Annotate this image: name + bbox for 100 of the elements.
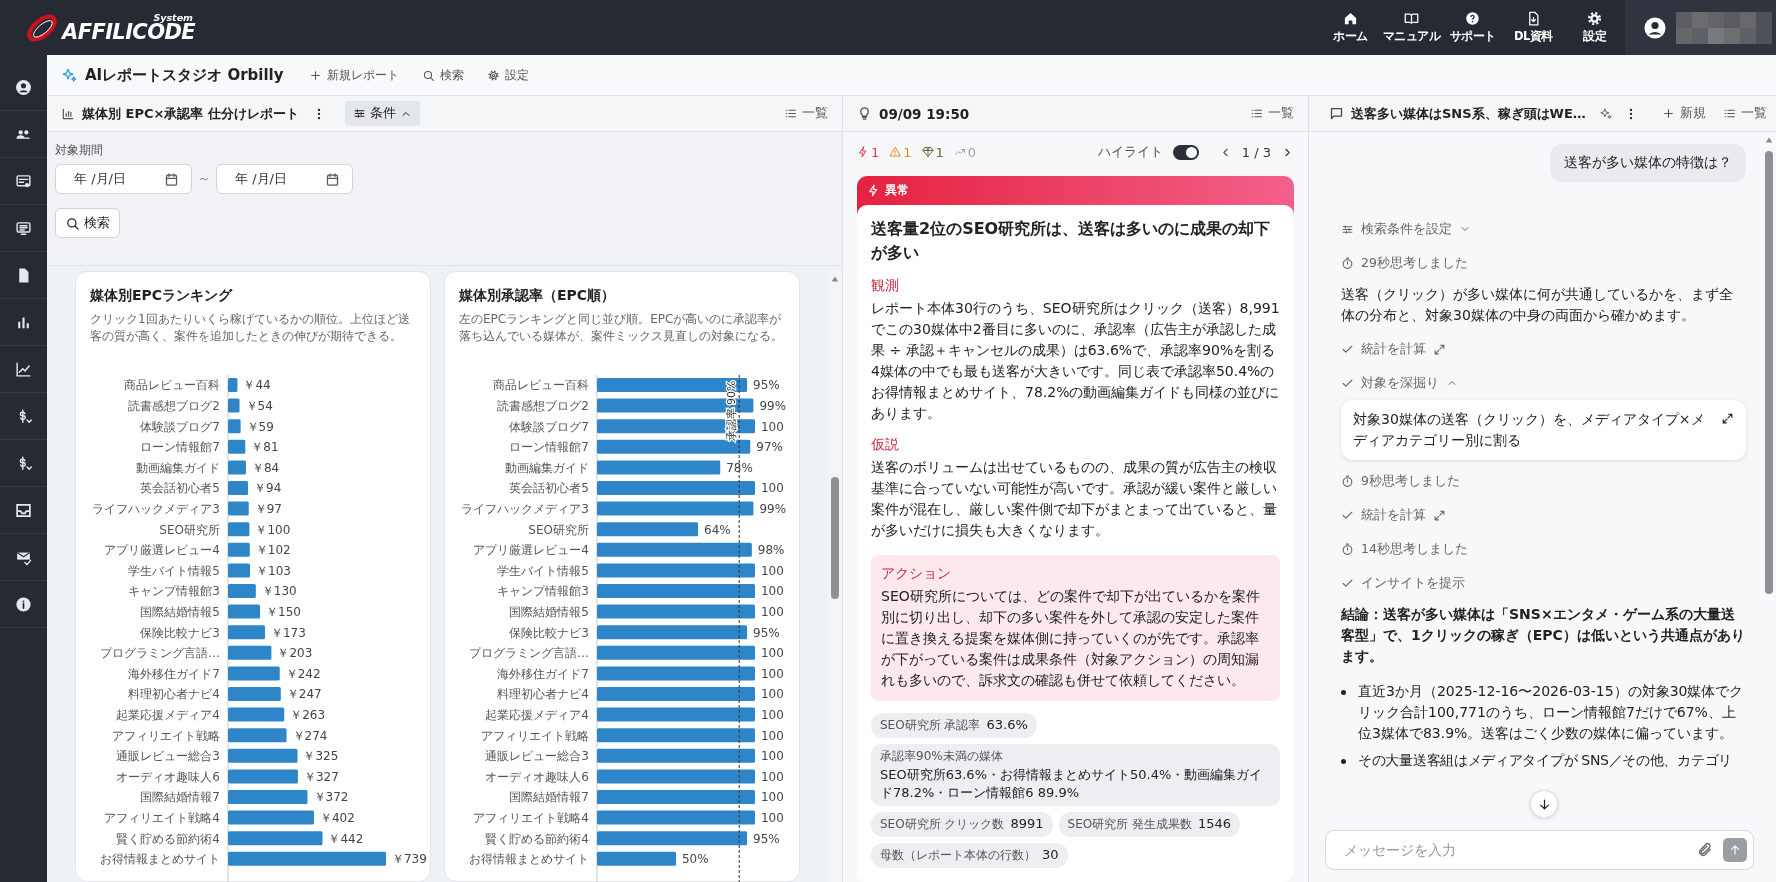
section-heading: アクション — [881, 565, 952, 583]
gem-icon — [921, 146, 934, 158]
value-label: 100 — [761, 481, 784, 496]
bar — [228, 645, 272, 660]
user-avatar-icon — [1643, 15, 1667, 40]
chat-title: 送客多い媒体はSNS系、稼ぎ頭はWE… — [1351, 104, 1586, 123]
user-icon[interactable] — [15, 78, 32, 96]
step-label: 統計を計算 — [1361, 340, 1426, 358]
bar — [228, 728, 287, 743]
value-label: 95% — [753, 378, 780, 393]
category-label: 国際結婚情報5 — [509, 605, 589, 620]
category-label: 通販レビュー総合3 — [485, 749, 589, 764]
help-icon — [1465, 11, 1480, 26]
toggle-switch[interactable] — [1172, 144, 1199, 160]
nav-item[interactable]: 設定 — [1564, 0, 1625, 55]
step-label[interactable]: 検索条件を設定 — [1361, 220, 1452, 238]
scroll-up-icon[interactable] — [1764, 135, 1774, 145]
card-icon[interactable] — [15, 172, 32, 190]
warning-icon — [889, 146, 902, 158]
category-label: 学生バイト情報5 — [128, 563, 220, 578]
value-label: ￥54 — [245, 399, 273, 414]
conditions-button[interactable]: 条件 — [344, 101, 420, 126]
category-label: プログラミング言語… — [100, 646, 220, 661]
bar — [228, 460, 246, 475]
nav-item[interactable]: サポート — [1442, 0, 1503, 55]
category-label: 料理初心者ナビ4 — [128, 687, 220, 702]
new-chat-button[interactable]: 新規 — [1661, 105, 1706, 122]
category-label: 読書感想ブログ2 — [497, 399, 589, 414]
scrollbar-thumb[interactable] — [831, 477, 839, 599]
action-text: SEO研究所については、どの案件で却下が出ているかを案件別に切り出し、却下の多い案件を外して承認の安定した案件に置き換える提案を媒体側に持っていくのが先です。承認率が下がっている案件は成果条件（対象アクション）の周知漏れも多いので、訴求文の確認も併せて依頼してください。 — [881, 587, 1261, 690]
nav-item[interactable]: マニュアル — [1381, 0, 1442, 55]
value-label: ￥150 — [266, 605, 301, 620]
search-button[interactable]: 検索 — [421, 66, 464, 84]
scroll-up-icon[interactable] — [830, 274, 840, 284]
calendar-icon — [325, 171, 341, 187]
date-field[interactable]: 年 /月/日 — [216, 164, 354, 194]
user-message: 送客が多い媒体の特徴は？ — [1550, 144, 1746, 182]
value-label: 100 — [761, 708, 784, 723]
chat-icon — [1329, 106, 1344, 121]
book-icon — [1404, 11, 1419, 26]
sliders-icon — [1341, 222, 1354, 236]
line-chart-icon[interactable] — [15, 360, 32, 378]
search-icon — [421, 68, 435, 82]
nav-item[interactable]: DL資料 — [1503, 0, 1564, 55]
card-title: 媒体別EPCランキング — [90, 286, 234, 305]
category-label: 料理初心者ナビ4 — [497, 687, 589, 702]
value-label: ￥94 — [254, 481, 282, 496]
category-label: SEO研究所 — [159, 522, 220, 537]
info-icon[interactable] — [15, 595, 32, 613]
category-label: 動画編集ガイド — [505, 460, 589, 475]
section-heading: 仮説 — [871, 436, 900, 454]
inbox-icon[interactable] — [15, 501, 32, 519]
field-label: 対象期間 — [55, 142, 104, 159]
settings-button[interactable]: 設定 — [486, 66, 529, 84]
bar — [228, 501, 249, 516]
section-heading: 観測 — [871, 277, 900, 295]
paperclip-icon[interactable] — [1697, 842, 1713, 858]
category-label: 国際結婚情報5 — [140, 605, 220, 620]
category-label: 体験談ブログ7 — [140, 419, 220, 434]
home-icon — [1343, 11, 1358, 26]
section-text: レポート本体30行のうち、SEO研究所はクリック（送客）8,991でこの30媒体中2番目に多いのに、承認率（広告主が承認した成果 ÷ 承認＋キャンセルの成果）は63.6%で、承認率90%を割る4媒体の中でも最も送客が大きいです。同じ表で承認率50.4%のお得情報まとめサイト、78.2%の動画編集ガイドも同様の並びにあります。 — [871, 299, 1280, 423]
list-button[interactable]: 一覧 — [784, 105, 828, 122]
bar — [228, 748, 298, 763]
thought-duration: 9秒思考しました — [1361, 472, 1460, 490]
chip-value: 1546 — [1198, 816, 1232, 831]
bullet-icon — [1341, 690, 1346, 695]
bar — [228, 666, 280, 681]
value-label: 100 — [761, 749, 784, 764]
value-label: ￥102 — [255, 543, 291, 558]
send-button[interactable] — [1723, 838, 1747, 862]
category-label: ライフハックメディア3 — [92, 502, 220, 517]
value-label: ￥372 — [313, 790, 349, 805]
value-label: 100 — [761, 605, 784, 620]
category-label: 起業応援メディア4 — [116, 708, 220, 723]
settings-icon — [486, 68, 500, 82]
message-field[interactable]: メッセージを入力 — [1325, 830, 1754, 870]
document-download-icon — [1526, 11, 1541, 26]
scrollbar-thumb[interactable] — [1765, 151, 1773, 594]
timer-icon — [1341, 474, 1354, 488]
search-button[interactable]: 検索 — [55, 208, 120, 238]
category-label: お得情報まとめサイト — [469, 852, 589, 867]
count: 0 — [967, 144, 977, 160]
value-label: ￥247 — [286, 687, 322, 702]
scroll-down-button[interactable] — [1530, 790, 1558, 818]
list-button[interactable]: 一覧 — [1250, 105, 1294, 122]
date-field[interactable]: 年 /月/日 — [55, 164, 192, 194]
plus-icon — [308, 68, 322, 82]
category-label: オーディオ趣味人6 — [485, 769, 589, 784]
bar — [228, 625, 265, 640]
value-label: 97% — [756, 440, 783, 455]
sparkle-icon[interactable] — [1598, 106, 1613, 121]
message-icon[interactable] — [15, 219, 32, 237]
expand-icon[interactable] — [1721, 412, 1734, 425]
category-label: 国際結婚情報7 — [509, 790, 589, 805]
nav-item[interactable]: ホーム — [1320, 0, 1381, 55]
list-button[interactable]: 一覧 — [1722, 105, 1767, 122]
sparkle-icon — [61, 66, 78, 84]
category-label: アフィリエイト戦略4 — [473, 811, 589, 826]
value-label: 100 — [761, 563, 784, 578]
new-report-button[interactable]: 新規レポート — [308, 66, 399, 84]
